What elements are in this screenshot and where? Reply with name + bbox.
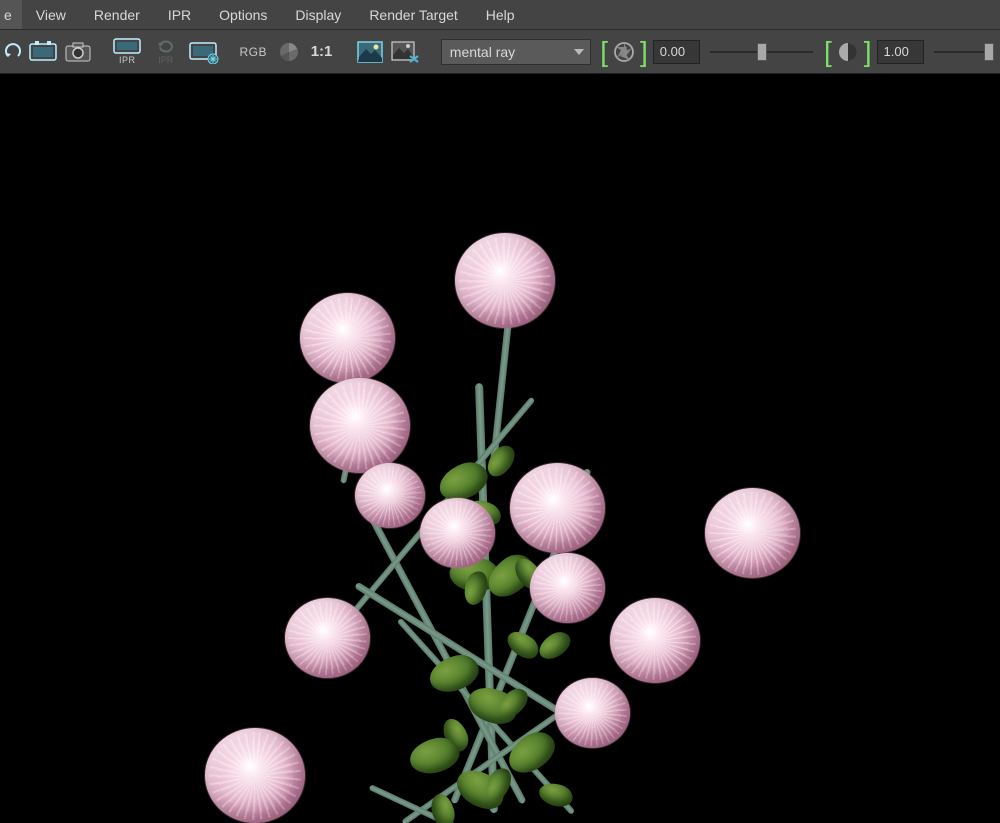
ipr-refresh-button[interactable]: IPR [149,35,183,69]
exposure-low-field[interactable]: 0.00 [653,40,701,64]
exposure-high-slider[interactable] [934,40,990,64]
menu-options[interactable]: Options [205,0,281,29]
renderer-dropdown-value: mental ray [450,44,515,60]
redo-render-button[interactable] [4,35,23,69]
channel-cycle-button[interactable] [273,35,305,69]
menu-view[interactable]: View [22,0,80,29]
contrast-icon[interactable] [837,41,859,63]
menu-file-fragment[interactable]: e [0,0,22,29]
ipr-label: IPR [117,55,138,65]
exposure-low-group: [ ] [599,35,649,69]
slider-thumb[interactable] [984,43,994,61]
menu-ipr[interactable]: IPR [154,0,205,29]
ratio-label[interactable]: 1:1 [309,43,339,60]
renderer-dropdown[interactable]: mental ray [441,39,591,65]
bracket-open-icon: [ [599,38,609,66]
ipr-render-button[interactable]: IPR [110,35,145,69]
menu-render[interactable]: Render [80,0,154,29]
render-settings-button[interactable] [187,35,222,69]
remove-image-button[interactable] [390,35,422,69]
rendered-plant [150,183,850,823]
image-display-button[interactable] [354,35,386,69]
toolbar: IPR IPR RGB 1:1 mental ray [ ] 0.00 [0,30,1000,74]
exposure-high-group: [ ] [823,35,873,69]
render-frame-button[interactable] [27,35,59,69]
chevron-down-icon [574,49,584,55]
snapshot-button[interactable] [62,35,94,69]
aperture-icon[interactable] [613,41,635,63]
exposure-low-slider[interactable] [710,40,813,64]
bracket-open-icon: [ [823,38,833,66]
rgb-label: RGB [237,45,269,59]
menu-help[interactable]: Help [472,0,529,29]
menu-bar: e View Render IPR Options Display Render… [0,0,1000,30]
exposure-high-field[interactable]: 1.00 [877,40,925,64]
render-viewport[interactable] [0,74,1000,823]
menu-render-target[interactable]: Render Target [355,0,471,29]
menu-display[interactable]: Display [281,0,355,29]
bracket-close-icon: ] [863,38,873,66]
bracket-close-icon: ] [639,38,649,66]
slider-thumb[interactable] [757,43,767,61]
